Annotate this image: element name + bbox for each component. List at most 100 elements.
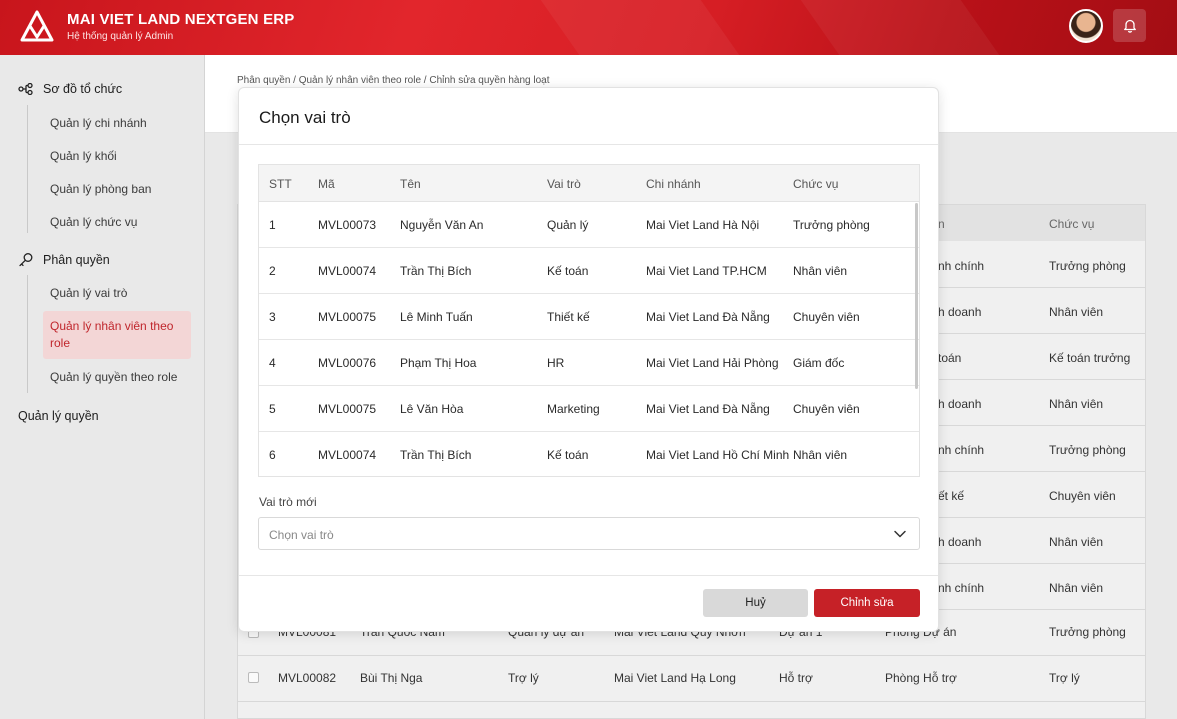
user-avatar[interactable] [1069, 9, 1103, 43]
cell-code: MVL00075 [318, 310, 377, 324]
cell-code: MVL00075 [318, 402, 377, 416]
modal-footer-divider [239, 575, 938, 576]
cell-name: Trần Thị Bích [400, 448, 472, 462]
cell-role: Kế toán [547, 264, 589, 278]
header-decoration [800, 0, 1000, 55]
cell-branch: Mai Viet Land Đà Nẵng [646, 402, 770, 416]
selected-employees-table: STT Mã Tên Vai trò Chi nhánh Chức vụ 1 M… [258, 164, 920, 477]
cell-role: Marketing [547, 402, 600, 416]
column-header-role: Vai trò [547, 177, 581, 191]
table-cell: Phòng Hỗ trợ [885, 671, 957, 685]
modal-divider [239, 144, 938, 145]
table-cell: Trưởng phòng [1049, 625, 1126, 639]
cell-position: Nhân viên [793, 448, 848, 462]
table-scrollbar[interactable] [915, 203, 918, 389]
table-cell: Kế toán trưởng [1049, 351, 1131, 365]
app-title: MAI VIET LAND NEXTGEN ERP [67, 11, 295, 28]
cell-code: MVL00074 [318, 448, 377, 462]
cell-name: Lê Minh Tuấn [400, 310, 473, 324]
new-role-select[interactable]: Chọn vai trò [258, 517, 920, 550]
sidebar-item-roles[interactable]: Quản lý vai trò [50, 286, 127, 300]
cell-name: Lê Văn Hòa [400, 402, 464, 416]
table-cell: Trưởng phòng [1049, 443, 1126, 457]
sidebar-group-label: Phân quyền [43, 253, 110, 267]
sidebar-group-permissions[interactable]: Phân quyền [18, 252, 110, 268]
app-subtitle: Hệ thống quản lý Admin [67, 31, 174, 42]
row-checkbox[interactable] [248, 672, 259, 683]
sidebar-group-org[interactable]: Sơ đồ tổ chức [18, 82, 122, 96]
table-cell: Nhân viên [1049, 397, 1104, 411]
sidebar-group-rights[interactable]: Quản lý quyền [18, 409, 99, 423]
key-icon [19, 253, 33, 267]
sidebar-item-positions[interactable]: Quản lý chức vụ [50, 215, 137, 229]
sidebar-group-label: Sơ đồ tổ chức [43, 82, 123, 96]
cell-role: Thiết kế [547, 310, 590, 324]
sidebar-item-blocks[interactable]: Quản lý khối [50, 149, 117, 163]
cell-position: Trưởng phòng [793, 218, 870, 232]
column-header-position: Chức vụ [793, 177, 839, 191]
cell-branch: Mai Viet Land Đà Nẵng [646, 310, 770, 324]
cell-branch: Mai Viet Land TP.HCM [646, 264, 767, 278]
cell-branch: Mai Viet Land Hồ Chí Minh [646, 448, 790, 462]
column-header-name: Tên [400, 177, 421, 191]
brand-logo-icon [20, 10, 54, 42]
cell-role: Kế toán [547, 448, 589, 462]
table-cell: Chuyên viên [1049, 489, 1116, 503]
sidebar-tree-line [27, 275, 28, 393]
cell-position: Chuyên viên [793, 402, 860, 416]
notification-button[interactable] [1113, 9, 1146, 42]
cell-branch: Mai Viet Land Hải Phòng [646, 356, 779, 370]
sidebar-item-rights-by-role[interactable]: Quản lý quyền theo role [50, 370, 177, 384]
table-row[interactable]: 6 MVL00074 Trần Thị Bích Kế toán Mai Vie… [259, 432, 919, 476]
chevron-down-icon [894, 530, 906, 538]
cell-code: MVL00074 [318, 264, 377, 278]
table-row[interactable]: 3 MVL00075 Lê Minh Tuấn Thiết kế Mai Vie… [259, 294, 919, 340]
org-chart-icon [18, 83, 33, 95]
sidebar-tree-line [27, 105, 28, 233]
app-header: MAI VIET LAND NEXTGEN ERP Hệ thống quản … [0, 0, 1177, 55]
table-cell: toán [938, 351, 962, 365]
cell-stt: 2 [269, 264, 276, 278]
table-cell: MVL00082 [278, 671, 337, 685]
cell-name: Nguyễn Văn An [400, 218, 484, 232]
table-row[interactable]: 1 MVL00073 Nguyễn Văn An Quản lý Mai Vie… [259, 202, 919, 248]
table-cell: Bùi Thị Nga [360, 671, 423, 685]
sidebar-item-departments[interactable]: Quản lý phòng ban [50, 182, 151, 196]
header-decoration [540, 0, 740, 55]
column-header-branch: Chi nhánh [646, 177, 701, 191]
table-cell: Trợ lý [508, 671, 539, 685]
sidebar-item-branches[interactable]: Quản lý chi nhánh [50, 116, 147, 130]
table-row[interactable]: 2 MVL00074 Trần Thị Bích Kế toán Mai Vie… [259, 248, 919, 294]
cell-stt: 3 [269, 310, 276, 324]
cell-position: Nhân viên [793, 264, 848, 278]
cancel-button[interactable]: Huỷ [703, 589, 808, 617]
table-row[interactable]: 5 MVL00075 Lê Văn Hòa Marketing Mai Viet… [259, 386, 919, 432]
column-header-stt: STT [269, 177, 292, 191]
table-cell: Hỗ trợ [779, 671, 813, 685]
table-cell: Nhân viên [1049, 305, 1104, 319]
cell-name: Phạm Thị Hoa [400, 356, 477, 370]
cell-branch: Mai Viet Land Hà Nội [646, 218, 760, 232]
table-cell: Nhân viên [1049, 581, 1104, 595]
new-role-label: Vai trò mới [259, 495, 317, 509]
row-divider [238, 655, 1145, 656]
table-cell: h doanh [938, 305, 982, 319]
table-header: STT Mã Tên Vai trò Chi nhánh Chức vụ [259, 165, 919, 202]
choose-role-modal: Chọn vai trò STT Mã Tên Vai trò Chi nhán… [238, 87, 939, 632]
table-cell: h doanh [938, 397, 982, 411]
table-cell: Trưởng phòng [1049, 259, 1126, 273]
table-cell: h doanh [938, 535, 982, 549]
sidebar-group-label: Quản lý quyền [18, 409, 99, 423]
cell-stt: 4 [269, 356, 276, 370]
table-row[interactable]: 4 MVL00076 Phạm Thị Hoa HR Mai Viet Land… [259, 340, 919, 386]
cell-stt: 6 [269, 448, 276, 462]
submit-edit-button[interactable]: Chỉnh sửa [814, 589, 920, 617]
table-cell: nh chính [938, 581, 985, 595]
select-placeholder: Chọn vai trò [269, 528, 334, 542]
table-cell: Trợ lý [1049, 671, 1080, 685]
cell-code: MVL00076 [318, 356, 377, 370]
table-cell: ết kế [938, 489, 965, 503]
bell-icon [1123, 19, 1136, 33]
table-cell: nh chính [938, 259, 985, 273]
sidebar-item-employees-by-role[interactable]: Quản lý nhân viên theo role [43, 311, 191, 359]
